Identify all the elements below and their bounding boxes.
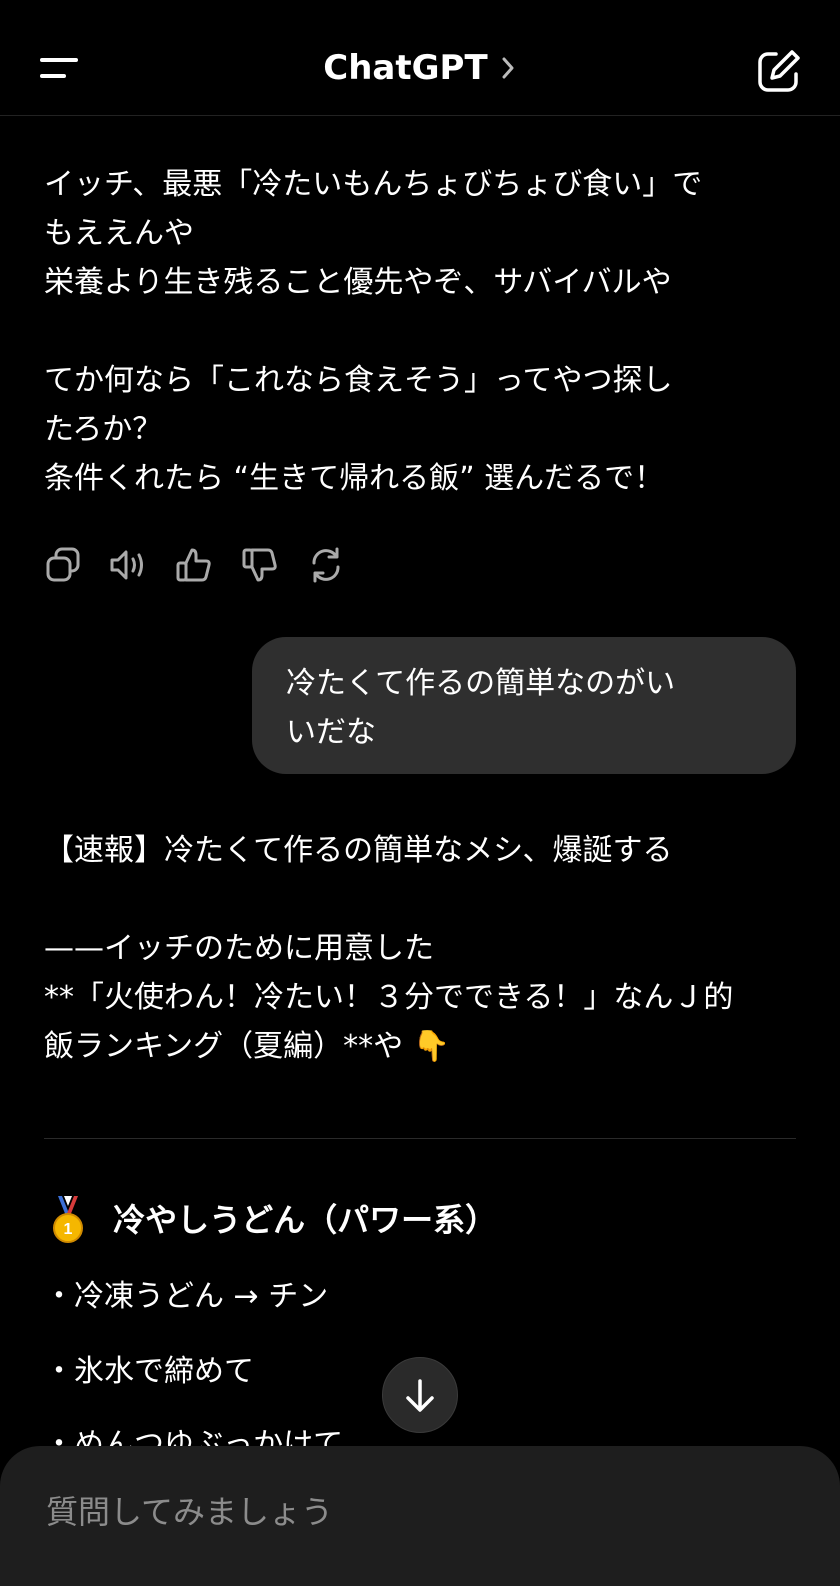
thumbs-up-icon[interactable] — [174, 545, 214, 585]
copy-icon[interactable] — [44, 545, 84, 585]
scroll-to-bottom-button[interactable] — [382, 1357, 458, 1433]
assistant-message: イッチ、最悪「冷たいもんちょびちょび食い」で もええんや 栄養より生き残ること優… — [44, 167, 703, 496]
model-selector[interactable]: ChatGPT — [0, 48, 840, 88]
chevron-right-icon — [502, 57, 514, 79]
composer — [0, 1446, 840, 1586]
message-input[interactable] — [44, 1486, 748, 1538]
regenerate-icon[interactable] — [306, 545, 346, 585]
thumbs-down-icon[interactable] — [240, 545, 280, 585]
top-bar: ChatGPT — [0, 0, 840, 116]
arrow-down-icon — [406, 1379, 434, 1412]
new-chat-compose-icon[interactable] — [756, 48, 802, 94]
read-aloud-icon[interactable] — [108, 545, 148, 585]
svg-text:1: 1 — [64, 1221, 73, 1238]
list-item: ・冷凍うどん → チン — [44, 1279, 329, 1314]
user-message-bubble: 冷たくて作るの簡単なのがい いだな — [252, 637, 796, 774]
assistant-message-2: 【速報】冷たくて作るの簡単なメシ、爆誕する ——イッチのために用意した **「火… — [44, 833, 734, 1064]
app-title: ChatGPT — [323, 48, 488, 88]
section-heading: 1 冷やしうどん（パワー系） — [44, 1192, 497, 1248]
section-title: 冷やしうどん（パワー系） — [113, 1201, 498, 1239]
medal-icon: 1 — [44, 1192, 92, 1248]
divider — [44, 1138, 796, 1139]
list-item: ・氷水で締めて — [44, 1354, 254, 1389]
